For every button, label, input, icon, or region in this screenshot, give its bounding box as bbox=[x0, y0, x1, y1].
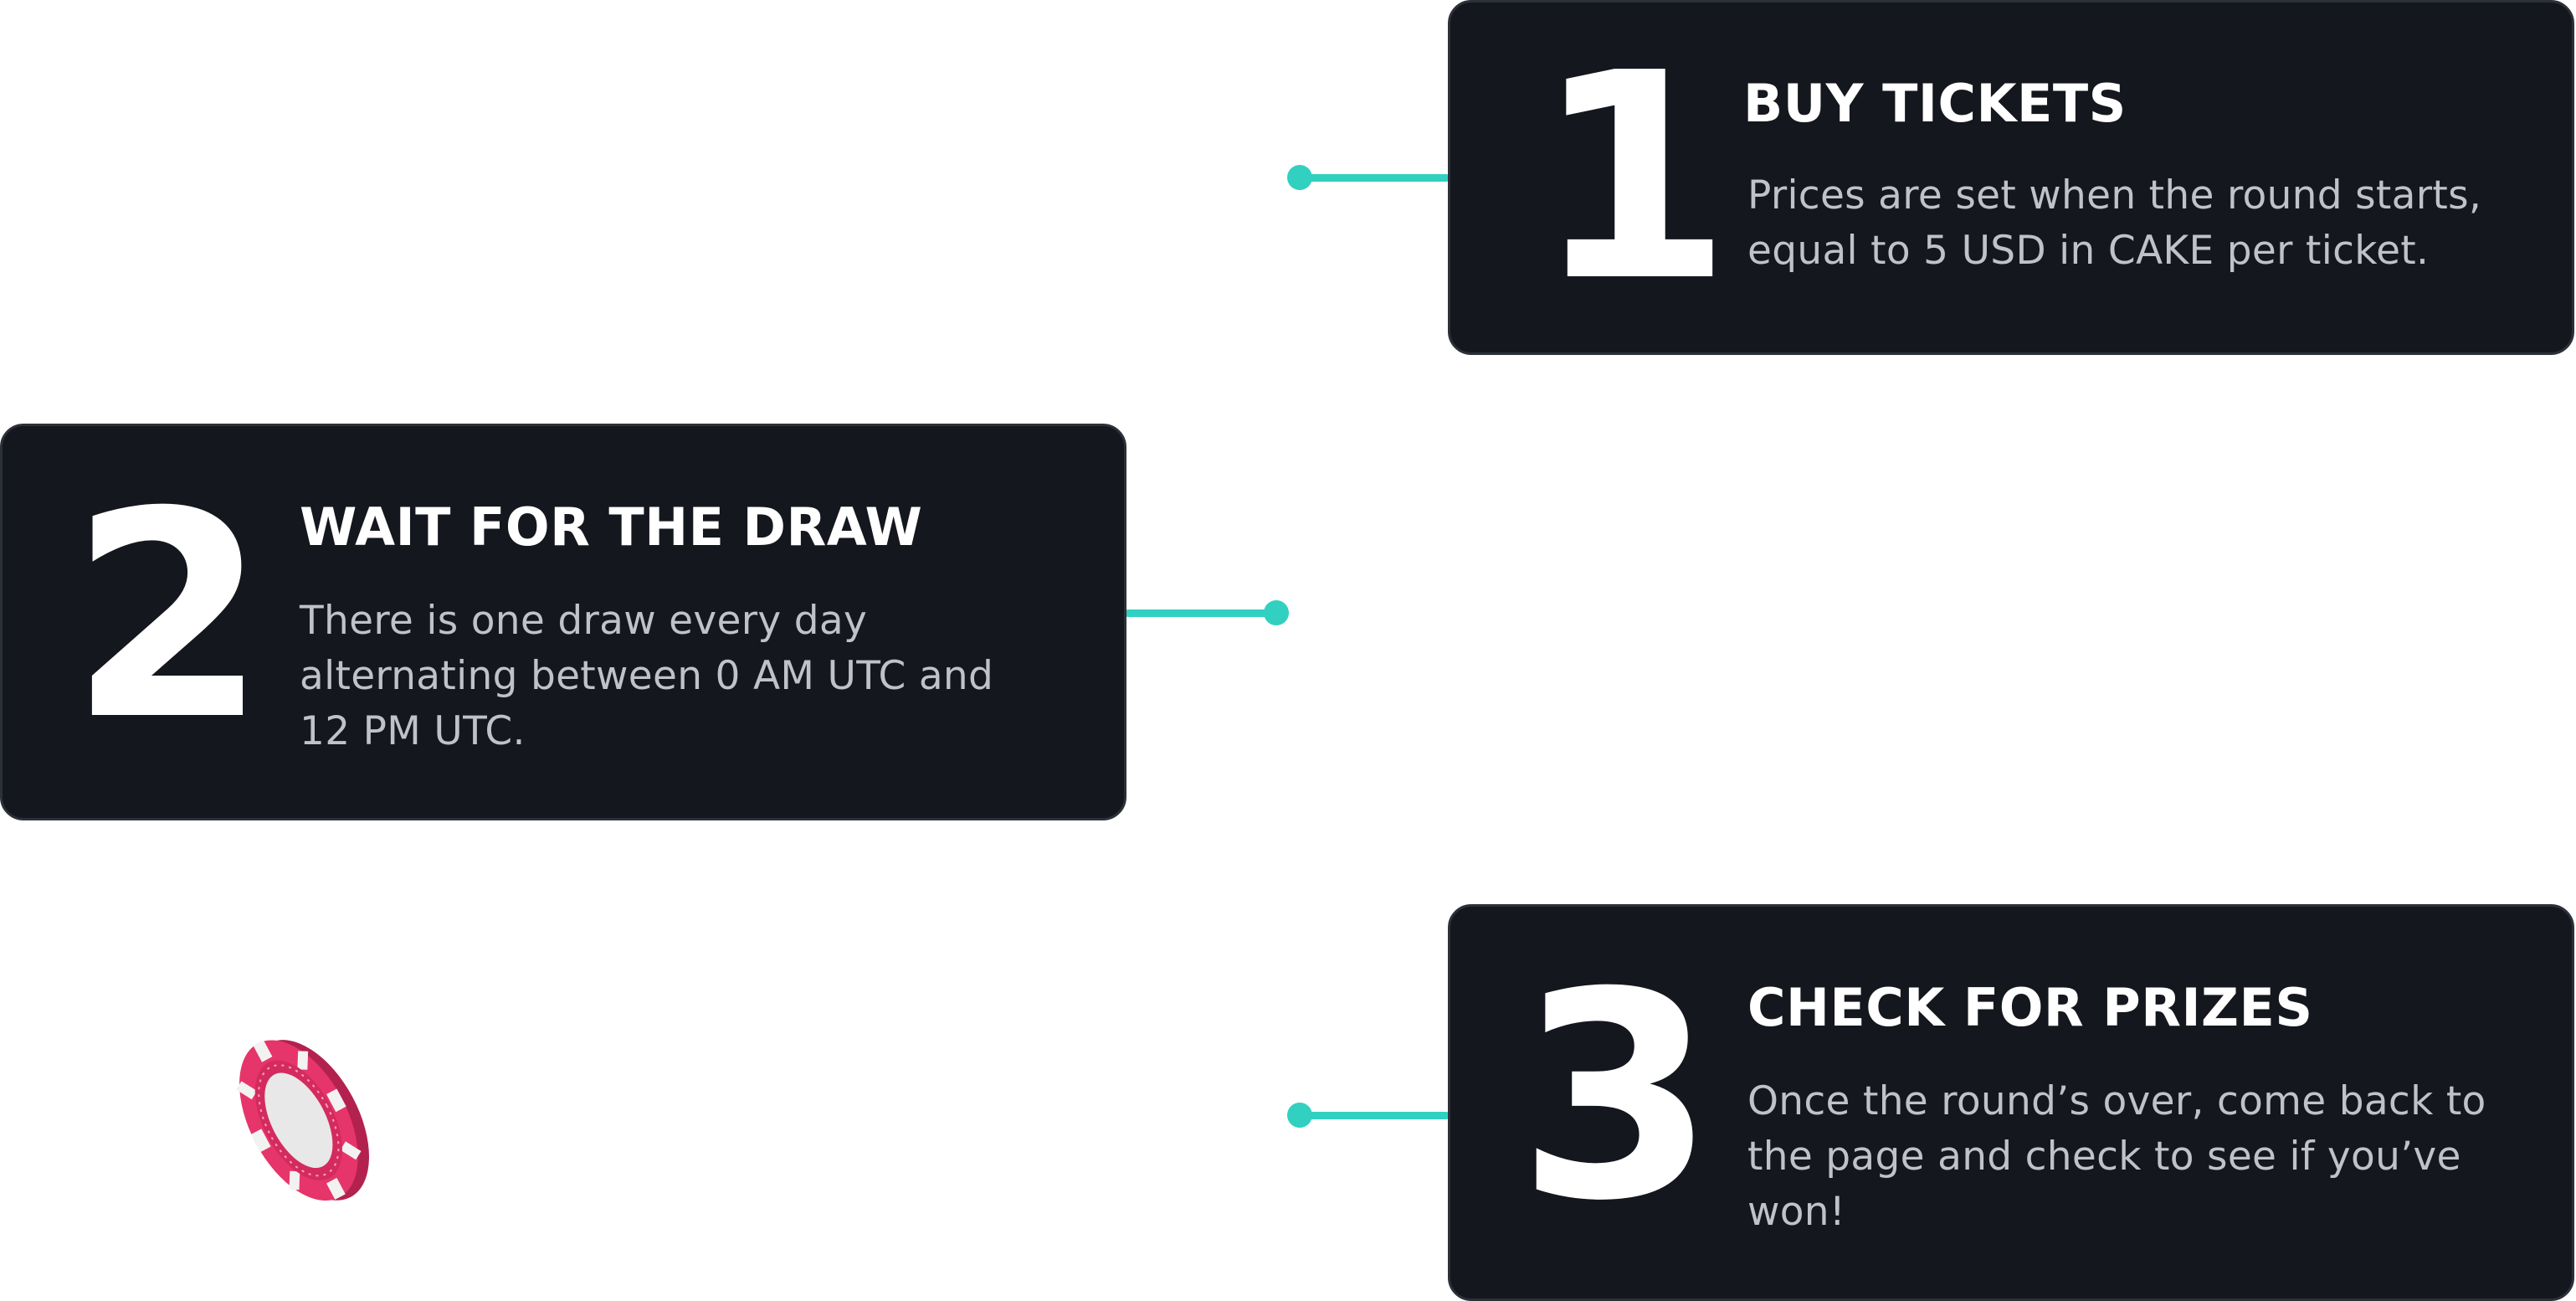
step-title: BUY TICKETS bbox=[1743, 73, 2127, 134]
step-title: CHECK FOR PRIZES bbox=[1747, 977, 2313, 1038]
step-2-connector-dot bbox=[1264, 600, 1289, 625]
step-3-connector bbox=[1299, 1112, 1450, 1119]
step-3-connector-dot bbox=[1287, 1103, 1312, 1128]
step-card-wait-for-draw: 2 WAIT FOR THE DRAW There is one draw ev… bbox=[0, 424, 1126, 820]
poker-chip-icon bbox=[226, 1026, 377, 1218]
step-card-check-for-prizes: 3 CHECK FOR PRIZES Once the round’s over… bbox=[1448, 904, 2574, 1301]
step-number: 2 bbox=[69, 451, 268, 783]
step-description: Once the round’s over, come back to the … bbox=[1747, 1078, 2486, 1235]
step-number: 3 bbox=[1517, 932, 1716, 1263]
step-title: WAIT FOR THE DRAW bbox=[300, 496, 923, 558]
step-description: There is one draw every day alternating … bbox=[300, 598, 994, 754]
step-number: 1 bbox=[1534, 13, 1732, 344]
step-description: Prices are set when the round starts, eq… bbox=[1747, 172, 2482, 274]
step-2-connector bbox=[1125, 609, 1275, 617]
step-1-connector bbox=[1299, 174, 1450, 182]
step-1-connector-dot bbox=[1287, 165, 1312, 190]
step-card-buy-tickets: 1 BUY TICKETS Prices are set when the ro… bbox=[1448, 0, 2574, 355]
